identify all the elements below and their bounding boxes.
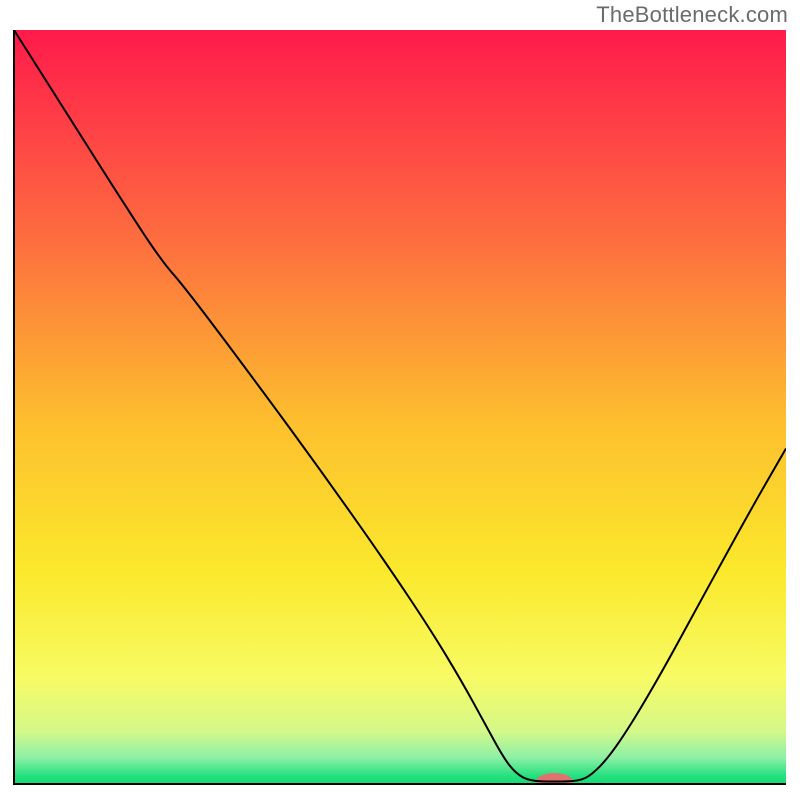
chart-container: { "watermark": "TheBottleneck.com", "cha… <box>0 0 800 800</box>
bottleneck-chart <box>0 0 800 800</box>
